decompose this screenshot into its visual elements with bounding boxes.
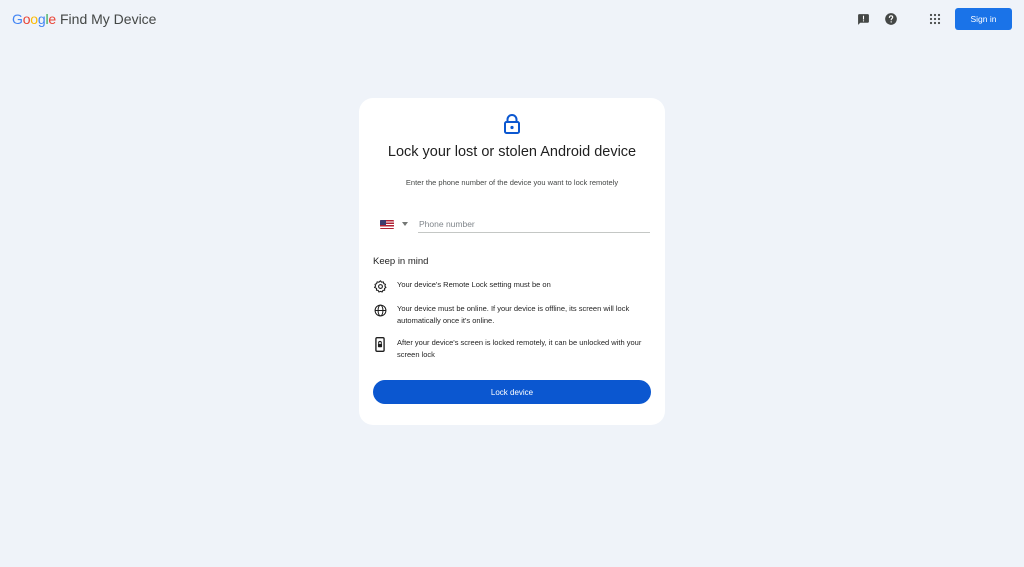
phone-lock-icon — [373, 336, 387, 352]
help-icon[interactable] — [881, 9, 901, 29]
country-dropdown-caret-icon[interactable] — [402, 222, 408, 226]
brand[interactable]: Google Find My Device — [12, 10, 156, 28]
globe-icon — [373, 303, 387, 317]
page-subtitle: Enter the phone number of the device you… — [405, 178, 619, 187]
tip-item: Your device's Remote Lock setting must b… — [373, 279, 653, 293]
lock-device-button[interactable]: Lock device — [373, 380, 651, 404]
keep-in-mind-heading: Keep in mind — [373, 256, 429, 267]
google-logo: Google — [12, 10, 56, 28]
phone-number-row — [379, 215, 650, 233]
apps-grid-icon[interactable] — [925, 9, 945, 29]
sign-in-button[interactable]: Sign in — [955, 8, 1012, 30]
lock-icon — [502, 113, 522, 135]
feedback-icon[interactable] — [853, 9, 873, 29]
page-title: Lock your lost or stolen Android device — [387, 144, 637, 160]
logo-letter: G — [12, 11, 23, 27]
lock-device-card: Lock your lost or stolen Android device … — [359, 98, 665, 425]
tip-item: After your device's screen is locked rem… — [373, 336, 653, 361]
us-flag-icon[interactable] — [380, 219, 394, 229]
logo-letter: e — [48, 11, 56, 27]
product-name: Find My Device — [60, 11, 157, 27]
tip-text: Your device's Remote Lock setting must b… — [397, 280, 551, 289]
top-bar: Google Find My Device Sign in — [0, 0, 1024, 38]
tip-item: Your device must be online. If your devi… — [373, 303, 653, 327]
logo-letter: o — [30, 11, 38, 27]
tip-text: Your device must be online. If your devi… — [397, 304, 630, 325]
tip-text: After your device's screen is locked rem… — [397, 338, 642, 359]
phone-number-input[interactable] — [418, 215, 650, 233]
settings-gear-icon — [373, 279, 387, 293]
